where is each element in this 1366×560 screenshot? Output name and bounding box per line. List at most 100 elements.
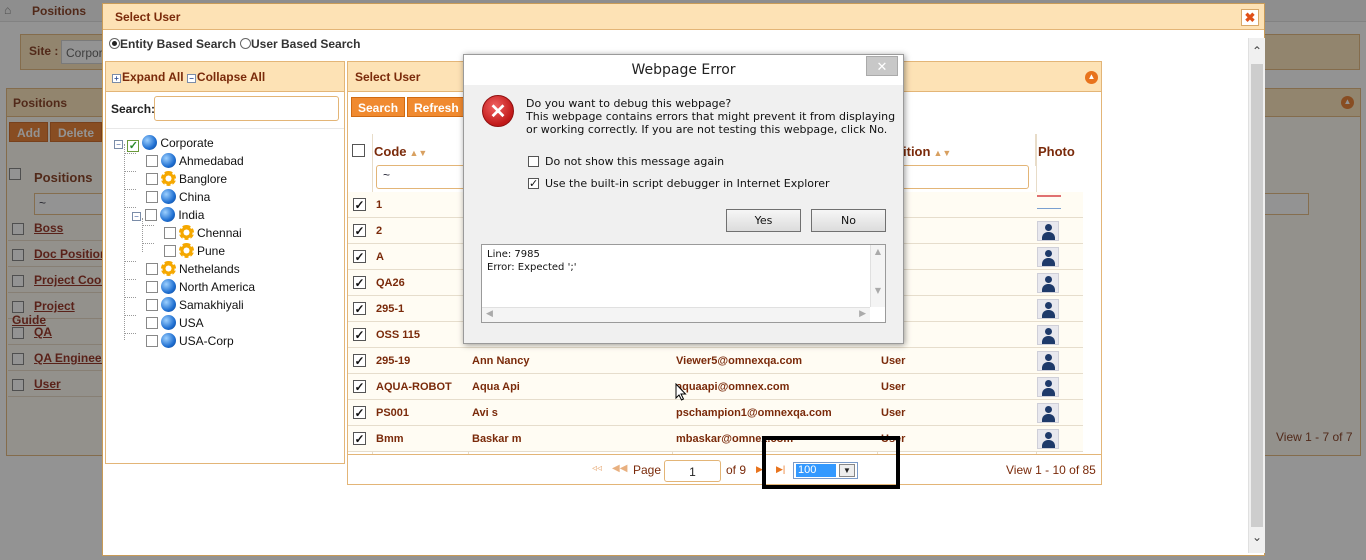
details-scrollbar[interactable]: ▲ ▼ (870, 245, 885, 307)
error-message: Do you want to debug this webpage? This … (526, 97, 896, 136)
first-page-icon[interactable]: ◃◃ (592, 463, 602, 474)
row-checkbox[interactable] (353, 302, 366, 315)
user-avatar-icon[interactable] (1037, 325, 1059, 345)
globe-icon (142, 135, 158, 150)
row-checkbox[interactable] (353, 224, 366, 237)
row-checkbox[interactable] (353, 406, 366, 419)
refresh-button[interactable]: Refresh (407, 97, 466, 117)
radio-selected-icon[interactable] (109, 38, 120, 49)
row-checkbox[interactable] (353, 198, 366, 211)
error-details-box[interactable]: Line: 7985 Error: Expected ';' ▲ ▼ ◀ ▶ (481, 244, 886, 323)
dont-show-again-checkbox[interactable]: Do not show this message again (528, 155, 724, 168)
tree-node-corporate[interactable]: − Corporate (114, 135, 214, 153)
table-row[interactable]: 295-19Ann NancyViewer5@omnexqa.comUser (348, 348, 1083, 374)
tree-node-chennai[interactable]: Chennai (164, 225, 242, 243)
scroll-down-icon[interactable]: ⌄ (1252, 530, 1262, 544)
user-search-radio[interactable]: User Based Search (240, 37, 360, 51)
close-icon[interactable]: ✕ (866, 56, 898, 76)
radio-icon[interactable] (240, 38, 251, 49)
position-filter-input[interactable] (901, 165, 1029, 189)
row-checkbox[interactable] (353, 432, 366, 445)
tree-node-india[interactable]: − India (132, 207, 204, 225)
tree-checkbox[interactable] (164, 227, 176, 239)
close-icon[interactable]: ✖ (1241, 9, 1259, 26)
tree-checkbox[interactable] (146, 191, 158, 203)
tree-checkbox[interactable] (146, 299, 158, 311)
grid-pager: ◃◃ ◀◀ Page 1 of 9 ▶ ▶| 100 ▼ View 1 - 10… (348, 454, 1101, 484)
tree-node-nethelands[interactable]: Nethelands (146, 261, 240, 279)
row-checkbox[interactable] (353, 276, 366, 289)
annotation-highlight-box (762, 436, 900, 489)
user-avatar-icon[interactable] (1037, 377, 1059, 397)
entity-tree-panel: +Expand All −Collapse All Search: − Corp… (105, 61, 345, 464)
no-button[interactable]: No (811, 209, 886, 232)
tree-node-ahmedabad[interactable]: Ahmedabad (146, 153, 244, 171)
globe-icon (161, 315, 176, 330)
scroll-up-icon[interactable]: ⌃ (1252, 44, 1262, 58)
table-row[interactable]: AQUA-ROBOTAqua Apiaquaapi@omnex.comUser (348, 374, 1083, 400)
gear-icon (161, 171, 176, 186)
row-checkbox[interactable] (353, 328, 366, 341)
tree-node-usa[interactable]: USA (146, 315, 204, 333)
page-number-input[interactable]: 1 (664, 460, 721, 482)
tree-checkbox[interactable] (146, 155, 158, 167)
row-checkbox[interactable] (353, 250, 366, 263)
gear-icon (179, 225, 194, 240)
photo-thumbnail[interactable] (1037, 195, 1061, 209)
prev-page-icon[interactable]: ◀◀ (612, 463, 627, 474)
user-avatar-icon[interactable] (1037, 299, 1059, 319)
use-script-debugger-checkbox[interactable]: Use the built-in script debugger in Inte… (528, 177, 830, 190)
tree-checkbox[interactable] (146, 281, 158, 293)
checkbox-icon[interactable] (528, 156, 539, 167)
minus-icon: − (186, 74, 196, 83)
collapse-all-button[interactable]: − Collapse All (186, 70, 265, 84)
scrollbar-thumb[interactable] (1251, 64, 1263, 527)
tree-checkbox[interactable] (127, 140, 140, 152)
sort-icon[interactable]: ▲▼ (410, 148, 428, 158)
tree-checkbox[interactable] (146, 317, 158, 329)
user-avatar-icon[interactable] (1037, 273, 1059, 293)
user-avatar-icon[interactable] (1037, 247, 1059, 267)
tree-node-samakhiyali[interactable]: Samakhiyali (146, 297, 244, 315)
tree-node-usa-corp[interactable]: USA-Corp (146, 333, 234, 351)
tree-node-north-america[interactable]: North America (146, 279, 255, 297)
tree-node-pune[interactable]: Pune (164, 243, 225, 261)
tree-node-china[interactable]: China (146, 189, 210, 207)
collapse-node-icon[interactable]: − (114, 140, 123, 149)
collapse-node-icon[interactable]: − (132, 212, 141, 221)
grid-view-count: View 1 - 10 of 85 (1006, 463, 1096, 477)
table-row[interactable]: PS001Avi spschampion1@omnexqa.comUser (348, 400, 1083, 426)
collapse-icon[interactable]: ▲ (1085, 71, 1098, 84)
globe-icon (160, 207, 176, 222)
tree-search-input[interactable] (154, 96, 339, 121)
row-checkbox[interactable] (353, 380, 366, 393)
tree-checkbox[interactable] (164, 245, 176, 257)
tree-checkbox[interactable] (146, 173, 158, 185)
select-all-checkbox[interactable] (352, 144, 365, 157)
checkbox-checked-icon[interactable] (528, 177, 539, 190)
globe-icon (161, 189, 176, 204)
row-checkbox[interactable] (353, 354, 366, 367)
user-avatar-icon[interactable] (1037, 403, 1059, 423)
sort-icon[interactable]: ▲▼ (933, 148, 951, 158)
yes-button[interactable]: Yes (726, 209, 801, 232)
details-hscrollbar[interactable]: ◀ ▶ (482, 307, 870, 322)
user-avatar-icon[interactable] (1037, 351, 1059, 371)
tree-checkbox[interactable] (146, 335, 158, 347)
tree-checkbox[interactable] (145, 209, 158, 221)
error-dialog-title: Webpage Error (464, 55, 903, 85)
user-avatar-icon[interactable] (1037, 429, 1059, 449)
code-filter-input[interactable]: ~ (376, 165, 466, 189)
expand-all-button[interactable]: + Expand All (112, 70, 184, 84)
code-column-header[interactable]: Code ▲▼ (374, 134, 468, 166)
globe-icon (161, 297, 176, 312)
user-avatar-icon[interactable] (1037, 221, 1059, 241)
position-column-header[interactable]: ition ▲▼ (901, 134, 1036, 166)
table-row[interactable]: BmmBaskar mmbaskar@omnex.comUser (348, 426, 1083, 452)
tree-checkbox[interactable] (146, 263, 158, 275)
dialog-scrollbar[interactable]: ⌃ ⌄ (1248, 38, 1265, 553)
mouse-cursor-icon (675, 383, 687, 401)
search-button[interactable]: Search (351, 97, 406, 117)
entity-search-radio[interactable]: Entity Based Search (109, 37, 236, 51)
tree-node-banglore[interactable]: Banglore (146, 171, 227, 189)
